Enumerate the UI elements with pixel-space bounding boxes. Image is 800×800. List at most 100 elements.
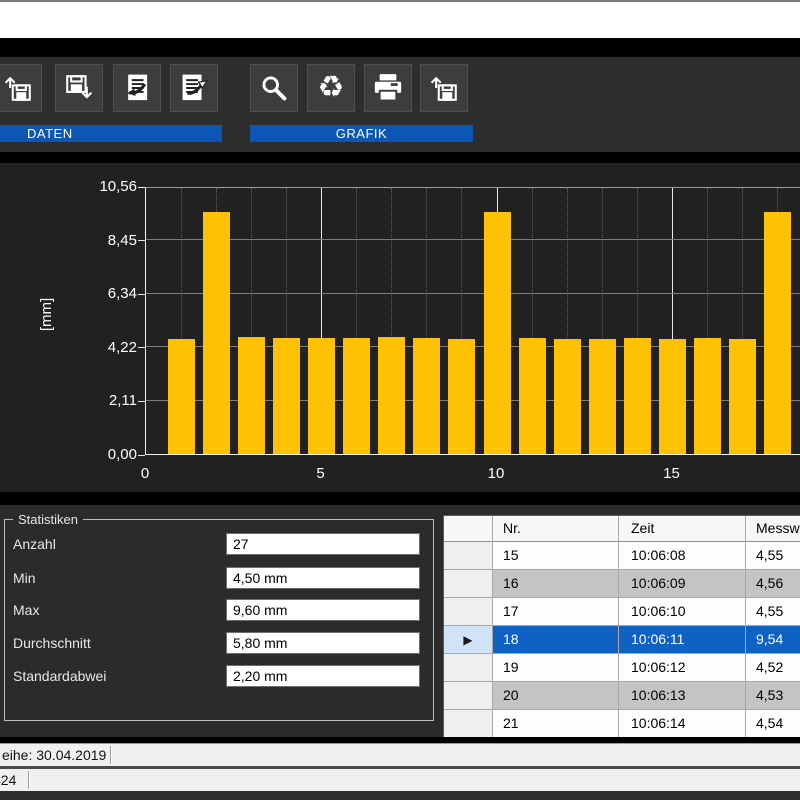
- stat-row-min: Min 4,50 mm: [5, 567, 433, 589]
- chart-bar[interactable]: [273, 338, 300, 454]
- table-row[interactable]: 21 10:06:14 4,54: [444, 710, 800, 737]
- table-row[interactable]: 16 10:06:09 4,56: [444, 570, 800, 598]
- column-header-messwert[interactable]: Messwe: [746, 516, 800, 542]
- import-document-icon: [120, 71, 154, 105]
- row-selector-header[interactable]: [444, 516, 493, 542]
- chart-bar[interactable]: [343, 338, 370, 454]
- min-label: Min: [13, 567, 36, 589]
- chart-bar[interactable]: [484, 212, 511, 454]
- durchschnitt-field[interactable]: 5,80 mm: [226, 632, 420, 654]
- status-separator: [28, 771, 30, 789]
- chart-bar[interactable]: [413, 338, 440, 454]
- chart-bar[interactable]: [589, 339, 616, 454]
- y-tick-mark: [138, 294, 145, 295]
- chart-bar[interactable]: [764, 212, 791, 454]
- y-tick-label: 6,34: [108, 285, 137, 302]
- cell-zeit[interactable]: 10:06:10: [619, 598, 746, 626]
- separator-band-3: [0, 492, 800, 505]
- y-tick-mark: [138, 455, 145, 456]
- chart-bar[interactable]: [308, 338, 335, 454]
- column-header-zeit[interactable]: Zeit: [619, 516, 746, 542]
- y-tick-label: 8,45: [108, 232, 137, 249]
- chart-bar[interactable]: [659, 339, 686, 454]
- cell-zeit[interactable]: 10:06:14: [619, 710, 746, 737]
- row-selector-cell[interactable]: [444, 682, 493, 710]
- row-selector-cell[interactable]: [444, 710, 493, 737]
- status-separator: [110, 746, 112, 764]
- row-selector-cell[interactable]: [444, 542, 493, 570]
- table-row[interactable]: 17 10:06:10 4,55: [444, 598, 800, 626]
- y-tick-label: 4,22: [108, 339, 137, 356]
- y-tick-mark: [138, 401, 145, 402]
- chart-bar[interactable]: [554, 339, 581, 454]
- y-tick-label: 2,11: [109, 393, 137, 410]
- cell-zeit[interactable]: 10:06:13: [619, 682, 746, 710]
- status-bar-1: eihe: 30.04.2019: [0, 743, 800, 766]
- cell-zeit[interactable]: 10:06:08: [619, 542, 746, 570]
- cell-zeit[interactable]: 10:06:09: [619, 570, 746, 598]
- chart-bar[interactable]: [729, 339, 756, 454]
- row-selector-cell[interactable]: [444, 570, 493, 598]
- chart-bar[interactable]: [378, 337, 405, 454]
- table-row[interactable]: 15 10:06:08 4,55: [444, 542, 800, 570]
- cell-messwert[interactable]: 4,55: [746, 598, 800, 626]
- chart-y-axis-label: [mm]: [38, 298, 55, 331]
- save-graphic-button[interactable]: [420, 64, 468, 112]
- cell-nr[interactable]: 18: [493, 626, 619, 654]
- chart-bar[interactable]: [694, 338, 721, 454]
- table-row-selected[interactable]: ▶ 18 10:06:11 9,54: [444, 626, 800, 654]
- cell-messwert[interactable]: 4,54: [746, 710, 800, 737]
- cell-nr[interactable]: 17: [493, 598, 619, 626]
- cell-messwert[interactable]: 4,53: [746, 682, 800, 710]
- refresh-button[interactable]: ♻: [307, 64, 355, 112]
- min-field[interactable]: 4,50 mm: [226, 567, 420, 589]
- anzahl-field[interactable]: 27: [226, 533, 420, 555]
- cell-nr[interactable]: 15: [493, 542, 619, 570]
- load-data-button[interactable]: [0, 64, 42, 112]
- export-document-icon: [177, 71, 211, 105]
- zoom-button[interactable]: [250, 64, 298, 112]
- cell-nr[interactable]: 20: [493, 682, 619, 710]
- table-row[interactable]: 20 10:06:13 4,53: [444, 682, 800, 710]
- cell-nr[interactable]: 19: [493, 654, 619, 682]
- cell-messwert[interactable]: 4,55: [746, 542, 800, 570]
- row-selector-cell[interactable]: [444, 598, 493, 626]
- cell-messwert[interactable]: 4,56: [746, 570, 800, 598]
- grafik-group-label: GRAFIK: [250, 125, 473, 142]
- measurement-table: Nr. Zeit Messwe 15 10:06:08 4,55 16 10:0…: [443, 515, 800, 737]
- cell-messwert[interactable]: 4,52: [746, 654, 800, 682]
- status-date-text: eihe: 30.04.2019: [2, 744, 106, 766]
- chart-bar[interactable]: [203, 212, 230, 454]
- export-document-button[interactable]: [170, 64, 218, 112]
- stat-row-durchschnitt: Durchschnitt 5,80 mm: [5, 632, 433, 654]
- save-data-button[interactable]: [55, 64, 103, 112]
- statistics-groupbox: Statistiken Anzahl 27 Min 4,50 mm Max 9,…: [4, 519, 434, 721]
- stat-row-anzahl: Anzahl 27: [5, 533, 433, 555]
- cell-messwert[interactable]: 9,54: [746, 626, 800, 654]
- row-selector-cell-current[interactable]: ▶: [444, 626, 493, 654]
- cell-nr[interactable]: 21: [493, 710, 619, 737]
- horizontal-gridline: [146, 293, 800, 294]
- table-row[interactable]: 19 10:06:12 4,52: [444, 654, 800, 682]
- column-header-nr[interactable]: Nr.: [493, 516, 619, 542]
- y-tick-mark: [138, 347, 145, 348]
- cell-zeit[interactable]: 10:06:12: [619, 654, 746, 682]
- separator-band-2: [0, 152, 800, 163]
- chart-bar[interactable]: [448, 339, 475, 454]
- print-button[interactable]: [364, 64, 412, 112]
- standardabwei-field[interactable]: 2,20 mm: [226, 665, 420, 687]
- chart-bar[interactable]: [624, 338, 651, 454]
- cell-nr[interactable]: 16: [493, 570, 619, 598]
- separator-band-1: [0, 38, 800, 57]
- chart-bar[interactable]: [238, 337, 265, 454]
- chart-bar[interactable]: [168, 339, 195, 454]
- import-document-button[interactable]: [113, 64, 161, 112]
- cell-zeit[interactable]: 10:06:11: [619, 626, 746, 654]
- max-field[interactable]: 9,60 mm: [226, 599, 420, 621]
- application-window: ♻ DATEN GRAF: [0, 0, 800, 800]
- row-selector-cell[interactable]: [444, 654, 493, 682]
- refresh-recycle-icon: ♻: [318, 73, 345, 103]
- chart-plot[interactable]: [145, 187, 800, 455]
- chart-bar[interactable]: [519, 338, 546, 454]
- current-row-arrow-icon: ▶: [463, 634, 472, 646]
